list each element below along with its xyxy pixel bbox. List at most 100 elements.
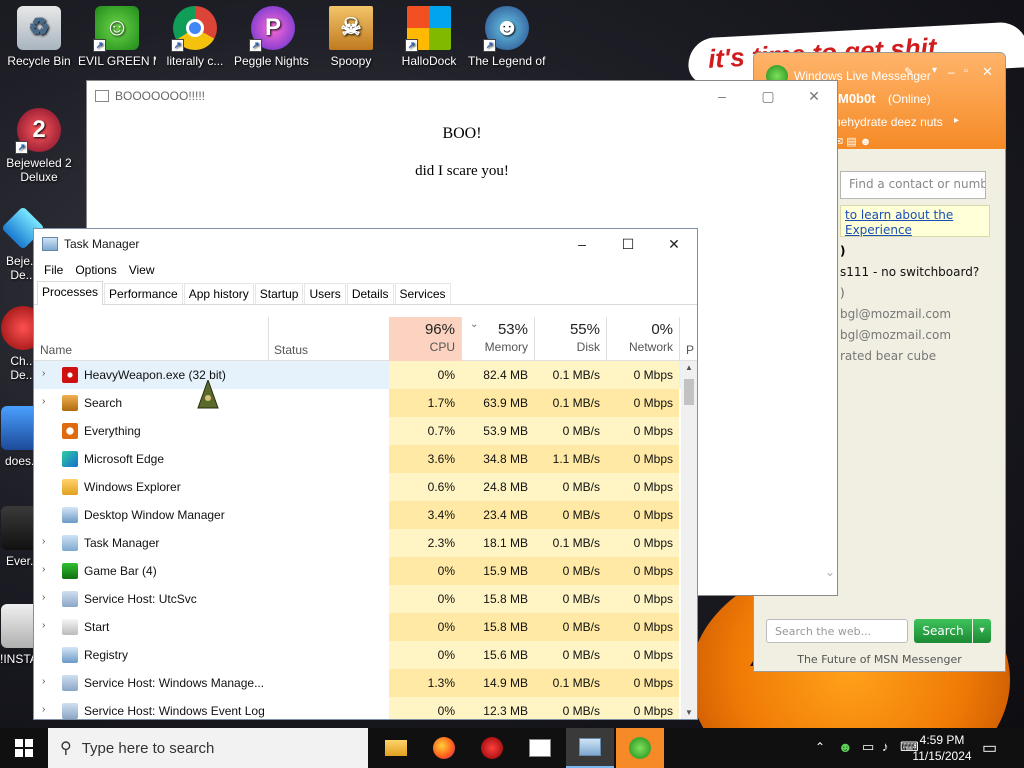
desktop-icon-legend[interactable]: ☻↗ The Legend of Titl... [468, 6, 546, 68]
close-icon[interactable]: ✕ [982, 64, 993, 80]
table-row[interactable]: Desktop Window Manager 3.4% 23.4 MB 0 MB/s 0… [34, 501, 681, 529]
desktop-icon-msn[interactable]: ☺↗ EVIL GREEN MSN CO... [78, 6, 156, 68]
menu-file[interactable]: File [38, 263, 69, 277]
msn-banner-line1: to learn about the [845, 208, 954, 222]
msn-status[interactable]: (Online) [888, 92, 931, 106]
column-header-cpu[interactable]: 96% CPU [389, 317, 461, 361]
scroll-up-arrow-icon[interactable]: ▲ [681, 361, 697, 375]
column-header-status[interactable]: Status [274, 343, 308, 357]
column-header-memory[interactable]: 53% Memory [461, 317, 534, 361]
tab-services[interactable]: Services [394, 283, 451, 304]
network-icon[interactable]: ▭ [862, 739, 874, 755]
msn-username[interactable]: M0b0t [838, 91, 876, 106]
msn-action-icons[interactable]: ✉ ▤ ☻ [834, 135, 871, 148]
table-row[interactable]: › Service Host: Windows Manage... 1.3% 14.9… [34, 669, 681, 697]
msn-personal-message[interactable]: hehydrate deez nuts [834, 115, 943, 129]
task-manager-window: Task Manager – ☐ ✕ File Options View Pro… [33, 228, 698, 720]
tab-details[interactable]: Details [346, 283, 394, 304]
maximize-icon[interactable]: ▢ [745, 81, 791, 111]
process-memory: 23.4 MB [461, 501, 534, 529]
process-table-scrollbar[interactable]: ▲ ▼ [681, 361, 697, 719]
table-row[interactable]: › HeavyWeapon.exe (32 bit) 0% 82.4 MB 0.1 MB… [34, 361, 681, 389]
desktop-icon-bejeweled[interactable]: 2 ↗ Bejeweled 2 Deluxe [0, 108, 78, 184]
msn-web-search-button[interactable]: Search [914, 619, 972, 643]
msn-tool-icon[interactable]: ✎ [904, 65, 914, 79]
table-row[interactable]: › Start 0% 15.8 MB 0 MB/s 0 Mbps [34, 613, 681, 641]
expand-chevron-icon[interactable]: › [42, 536, 45, 547]
taskbar-heavyweapon[interactable] [468, 728, 516, 768]
scroll-down-arrow-icon[interactable]: ⌄ [825, 565, 835, 579]
expand-chevron-icon[interactable]: › [42, 564, 45, 575]
table-row[interactable]: Everything 0.7% 53.9 MB 0 MB/s 0 Mbps [34, 417, 681, 445]
desktop-icon-hallodock[interactable]: ↗ HalloDock [390, 6, 468, 68]
start-button[interactable] [0, 728, 48, 768]
menu-options[interactable]: Options [69, 263, 122, 277]
msn-menu-chevron-icon[interactable]: ▾ [932, 65, 937, 76]
table-row[interactable]: Registry 0% 15.6 MB 0 MB/s 0 Mbps [34, 641, 681, 669]
msn-web-search-input[interactable]: Search the web... [766, 619, 908, 643]
desktop-icon-peggle[interactable]: P↗ Peggle Nights Del... [234, 6, 312, 68]
taskbar-msn[interactable] [616, 728, 664, 768]
msn-contact-item[interactable]: bgl@mozmail.com [840, 325, 979, 346]
column-header-name[interactable]: Name [40, 343, 72, 357]
tab-users[interactable]: Users [304, 283, 346, 304]
boo-message: did I scare you! [415, 163, 509, 179]
table-row[interactable]: › Game Bar (4) 0% 15.9 MB 0 MB/s 0 Mbps [34, 557, 681, 585]
minimize-icon[interactable]: – [559, 229, 605, 259]
column-header-overflow[interactable]: P [679, 317, 697, 361]
msn-contact-item[interactable]: bgl@mozmail.com [840, 304, 979, 325]
column-header-network[interactable]: 0% Network [606, 317, 679, 361]
boo-titlebar[interactable]: BOOOOOOO!!!!! – ▢ ✕ [87, 81, 837, 111]
taskbar-firefox[interactable] [420, 728, 468, 768]
minimize-icon[interactable]: – [699, 81, 745, 111]
desktop-icon-chrome[interactable]: ↗ literally c... [156, 6, 234, 68]
table-row[interactable]: › Search 1.7% 63.9 MB 0.1 MB/s 0 Mbps [34, 389, 681, 417]
msn-contact-group[interactable]: ) [840, 283, 979, 304]
tray-clock[interactable]: 4:59 PM 11/15/2024 [912, 732, 972, 764]
table-row[interactable]: › Service Host: Windows Event Log 0% 12.3 M… [34, 697, 681, 719]
msn-banner[interactable]: to learn about the Experience [840, 205, 990, 237]
table-row[interactable]: Microsoft Edge 3.6% 34.8 MB 1.1 MB/s 0 Mbps [34, 445, 681, 473]
maximize-icon[interactable]: ☐ [605, 229, 651, 259]
scroll-down-arrow-icon[interactable]: ▼ [681, 708, 697, 717]
table-row[interactable]: Windows Explorer 0.6% 24.8 MB 0 MB/s 0 Mbps [34, 473, 681, 501]
task-manager-titlebar[interactable]: Task Manager – ☐ ✕ [34, 229, 697, 259]
taskbar-task-manager[interactable] [566, 728, 614, 768]
tray-overflow-chevron-icon[interactable]: ⌃ [815, 740, 825, 754]
scrollbar-thumb[interactable] [684, 379, 694, 405]
taskbar-search-box[interactable]: ⚲ Type here to search [48, 728, 368, 768]
expand-chevron-icon[interactable]: › [42, 396, 45, 407]
dropdown-arrow-icon[interactable]: ▸ [954, 115, 959, 126]
close-icon[interactable]: ✕ [651, 229, 697, 259]
expand-chevron-icon[interactable]: › [42, 620, 45, 631]
minimize-icon[interactable]: – [948, 65, 955, 79]
desktop-icon-spoopy[interactable]: ☠ Spoopy [312, 6, 390, 68]
msn-contact-item[interactable]: rated bear cube [840, 346, 979, 367]
expand-chevron-icon[interactable]: › [42, 592, 45, 603]
desktop-icon-recycle-bin[interactable]: ♻ Recycle Bin [0, 6, 78, 68]
heavyweapon-icon [62, 367, 78, 383]
tray-msn-icon[interactable]: ☻ [838, 739, 853, 755]
close-icon[interactable]: ✕ [791, 81, 837, 111]
column-header-disk[interactable]: 55% Disk [534, 317, 606, 361]
msn-search-dropdown-icon[interactable]: ▾ [973, 619, 991, 643]
tab-performance[interactable]: Performance [104, 283, 183, 304]
expand-chevron-icon[interactable]: › [42, 368, 45, 379]
process-network: 0 Mbps [606, 697, 679, 719]
msn-contact-search-input[interactable]: Find a contact or number... [840, 171, 986, 199]
menu-view[interactable]: View [123, 263, 161, 277]
msn-contact-group[interactable]: ) [840, 241, 979, 262]
tab-app-history[interactable]: App history [183, 283, 254, 304]
tab-processes[interactable]: Processes [37, 281, 104, 305]
expand-chevron-icon[interactable]: › [42, 704, 45, 715]
table-row[interactable]: › Task Manager 2.3% 18.1 MB 0.1 MB/s 0 Mbps [34, 529, 681, 557]
table-row[interactable]: › Service Host: UtcSvc 0% 15.8 MB 0 MB/s 0 Mb… [34, 585, 681, 613]
notification-center-icon[interactable]: ▭ [982, 738, 997, 758]
maximize-icon[interactable]: ▫ [964, 65, 968, 77]
expand-chevron-icon[interactable]: › [42, 676, 45, 687]
tab-startup[interactable]: Startup [254, 283, 304, 304]
msn-contact-item[interactable]: s111 - no switchboard? [840, 262, 979, 283]
taskbar-boo-app[interactable] [516, 728, 564, 768]
taskbar-file-explorer[interactable] [372, 728, 420, 768]
volume-icon[interactable]: ♪ [882, 739, 889, 754]
